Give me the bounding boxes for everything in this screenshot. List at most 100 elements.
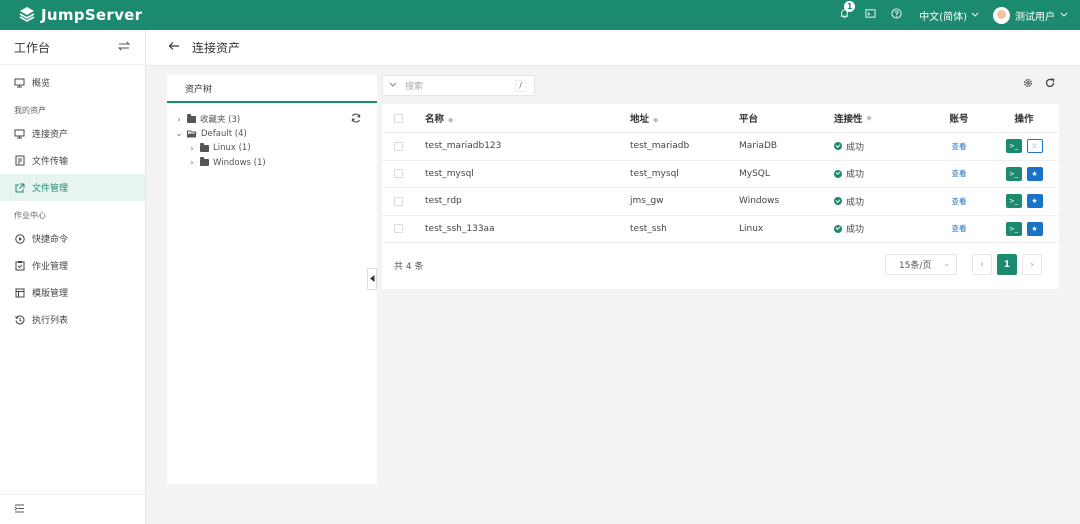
cell-name[interactable]: test_rdp xyxy=(425,196,630,206)
connectivity-status: 成功 xyxy=(846,225,865,236)
avatar xyxy=(993,6,1010,24)
terminal-icon: >_ xyxy=(1008,197,1019,206)
sidebar-item-job-management[interactable]: 作业管理 xyxy=(0,252,145,279)
chevron-down-icon xyxy=(971,10,979,21)
history-icon xyxy=(14,314,25,325)
pagination: 共 4 条 15条/页 ⌄ ‹ 1 › xyxy=(382,254,1059,276)
notification-badge: 1 xyxy=(844,1,856,12)
column-address[interactable]: 地址 ◆ xyxy=(630,111,739,125)
tree-node-label: Linux (1) xyxy=(213,143,251,154)
sidebar-item-overview[interactable]: 概览 xyxy=(0,69,145,96)
table-row[interactable]: test_mariadb123 test_mariadb MariaDB 成功 … xyxy=(382,133,1059,161)
caret-right-icon[interactable]: › xyxy=(187,144,197,153)
prev-page-button[interactable]: ‹ xyxy=(972,254,992,275)
cell-connectivity: 成功 xyxy=(834,195,929,208)
connect-button[interactable]: >_ xyxy=(1005,139,1022,154)
sidebar-collapse-button[interactable] xyxy=(0,494,145,524)
favorite-button[interactable]: ★ xyxy=(1026,166,1043,181)
notification-button[interactable]: 1 xyxy=(831,0,857,30)
cell-connectivity: 成功 xyxy=(834,222,929,235)
cell-name[interactable]: test_ssh_133aa xyxy=(425,224,630,234)
caret-right-icon[interactable]: › xyxy=(187,158,197,167)
logo[interactable]: JumpServer xyxy=(18,0,142,30)
tree-node-label: Default (4) xyxy=(201,128,247,139)
total-count: 共 4 条 xyxy=(394,261,424,272)
cell-name[interactable]: test_mysql xyxy=(425,169,630,179)
terminal-icon xyxy=(865,8,876,22)
tree-node-favorites[interactable]: › 收藏夹 (3) xyxy=(167,112,377,127)
page-number-button[interactable]: 1 xyxy=(997,254,1017,275)
sidebar-item-template-management[interactable]: 模版管理 xyxy=(0,279,145,306)
caret-down-icon[interactable]: ⌄ xyxy=(174,129,184,138)
sidebar-item-file-management[interactable]: 文件管理 xyxy=(0,174,145,201)
tree-refresh-button[interactable] xyxy=(351,113,361,126)
table-row[interactable]: test_rdp jms_gw Windows 成功 查看 >_ ★ xyxy=(382,188,1059,216)
caret-right-icon[interactable]: › xyxy=(174,115,184,124)
language-select[interactable]: 中文(简体) xyxy=(919,8,979,23)
view-accounts-link[interactable]: 查看 xyxy=(952,224,967,233)
tree-node-default[interactable]: ⌄ Default (4) xyxy=(167,127,377,142)
help-button[interactable] xyxy=(883,0,909,30)
view-accounts-link[interactable]: 查看 xyxy=(952,169,967,178)
search-placeholder: 搜索 xyxy=(405,82,424,92)
folder-icon xyxy=(200,142,209,152)
table-row[interactable]: test_mysql test_mysql MySQL 成功 查看 >_ ★ xyxy=(382,161,1059,188)
chevron-left-icon: ‹ xyxy=(980,259,984,270)
row-checkbox[interactable] xyxy=(394,141,403,151)
row-checkbox[interactable] xyxy=(394,196,403,206)
success-icon xyxy=(834,142,842,151)
sidebar-item-connect-assets[interactable]: 连接资产 xyxy=(0,120,145,147)
sort-icon[interactable]: ◆ xyxy=(653,116,658,124)
sort-icon[interactable]: ◆ xyxy=(867,114,872,122)
favorite-button[interactable]: ☆ xyxy=(1026,139,1043,154)
caret-left-icon xyxy=(369,274,375,285)
app-name: JumpServer xyxy=(41,6,143,24)
back-arrow-icon[interactable] xyxy=(168,41,180,54)
row-checkbox[interactable] xyxy=(394,224,403,234)
monitor-icon xyxy=(14,77,25,88)
sidebar-item-execution-list[interactable]: 执行列表 xyxy=(0,306,145,333)
refresh-button[interactable] xyxy=(1045,78,1055,91)
tree-node-windows[interactable]: › Windows (1) xyxy=(167,156,377,171)
settings-button[interactable] xyxy=(1023,78,1033,91)
template-icon xyxy=(14,287,25,298)
tree-collapse-handle[interactable] xyxy=(367,268,377,290)
switch-view-icon[interactable] xyxy=(117,40,131,54)
page-size-select[interactable]: 15条/页 ⌄ xyxy=(885,254,957,275)
favorite-button[interactable]: ★ xyxy=(1026,194,1043,209)
favorite-button[interactable]: ★ xyxy=(1026,221,1043,236)
connect-button[interactable]: >_ xyxy=(1005,166,1022,181)
connect-button[interactable]: >_ xyxy=(1005,221,1022,236)
tree-node-linux[interactable]: › Linux (1) xyxy=(167,141,377,156)
column-connectivity[interactable]: 连接性 ◆ xyxy=(834,111,929,125)
connect-button[interactable]: >_ xyxy=(1005,194,1022,209)
cell-address: test_mysql xyxy=(630,168,679,179)
help-icon xyxy=(891,8,902,22)
cell-name[interactable]: test_mariadb123 xyxy=(425,141,630,151)
success-icon xyxy=(834,224,842,233)
view-accounts-link[interactable]: 查看 xyxy=(952,197,967,206)
page-header: 连接资产 xyxy=(146,30,1080,66)
sidebar-item-label: 快捷命令 xyxy=(32,235,69,245)
file-transfer-icon xyxy=(14,155,25,166)
table-row[interactable]: test_ssh_133aa test_ssh Linux 成功 查看 >_ ★ xyxy=(382,216,1059,243)
select-all-checkbox[interactable] xyxy=(394,113,403,123)
web-terminal-button[interactable] xyxy=(857,0,883,30)
asset-table: 名称 ◆ 地址 ◆ 平台 连接性 ◆ 账号 操作 test_mariadb123 te… xyxy=(382,104,1059,289)
view-accounts-link[interactable]: 查看 xyxy=(952,142,967,151)
user-menu[interactable]: 测试用户 xyxy=(993,6,1068,24)
asset-tree-panel: 资产树 › 收藏夹 (3) ⌄ Default (4) › Linux (1) … xyxy=(167,75,377,484)
folder-icon xyxy=(200,157,209,167)
tab-asset-tree[interactable]: 资产树 xyxy=(167,75,377,103)
cell-connectivity: 成功 xyxy=(834,167,929,180)
sidebar-item-file-transfer[interactable]: 文件传输 xyxy=(0,147,145,174)
search-input[interactable]: 搜索 / xyxy=(382,75,535,96)
connectivity-status: 成功 xyxy=(846,197,865,208)
row-checkbox[interactable] xyxy=(394,169,403,179)
cell-platform: MySQL xyxy=(739,168,770,179)
column-account: 账号 xyxy=(929,111,989,125)
sort-icon[interactable]: ◆ xyxy=(448,116,453,124)
column-name[interactable]: 名称 ◆ xyxy=(425,111,630,125)
sidebar-item-quick-command[interactable]: 快捷命令 xyxy=(0,225,145,252)
next-page-button[interactable]: › xyxy=(1022,254,1042,275)
